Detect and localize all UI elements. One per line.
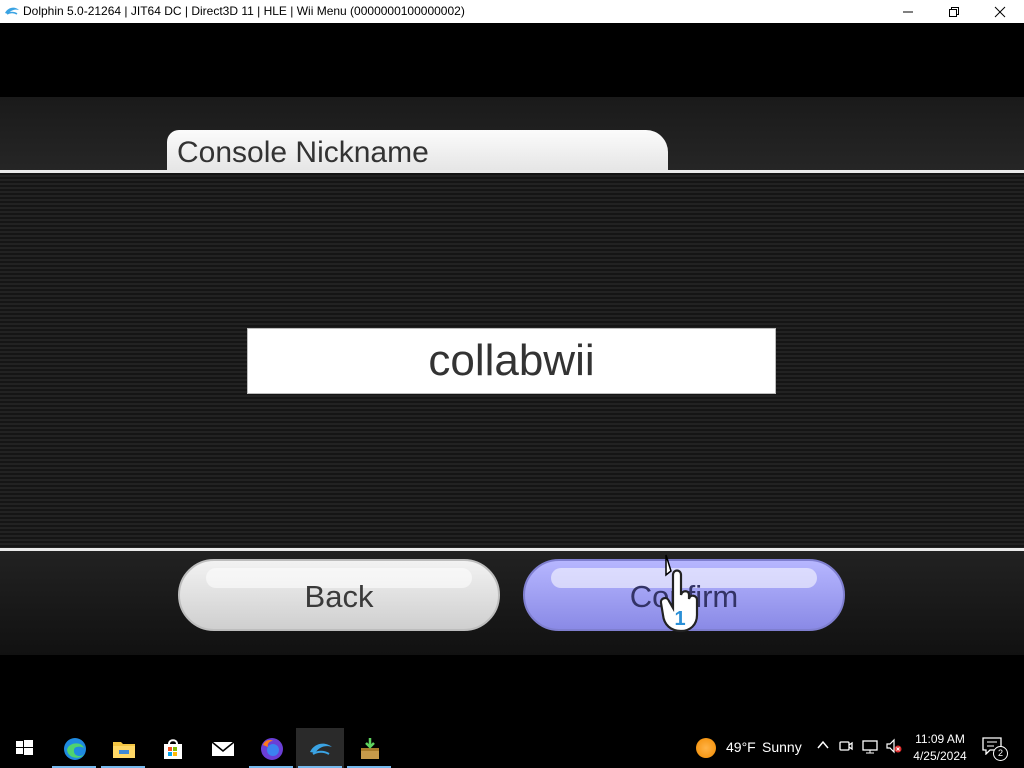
- windows-start-icon: [16, 740, 33, 755]
- nickname-value: collabwii: [428, 336, 595, 385]
- edge-icon: [64, 738, 86, 760]
- close-button[interactable]: [977, 0, 1023, 23]
- taskbar-file-explorer[interactable]: [99, 728, 147, 768]
- meet-now-icon[interactable]: [838, 738, 854, 754]
- taskbar-mail[interactable]: [198, 728, 246, 768]
- taskbar-firefox[interactable]: [247, 728, 295, 768]
- notification-count: 2: [993, 746, 1008, 761]
- wii-hand-cursor-icon: 1: [659, 554, 699, 633]
- back-button[interactable]: Back: [178, 559, 500, 631]
- chevron-up-icon[interactable]: [816, 738, 830, 752]
- cursor-player-number: 1: [674, 608, 685, 630]
- restore-button[interactable]: [931, 0, 977, 23]
- sun-icon: [696, 738, 716, 758]
- minimize-icon: [903, 11, 913, 13]
- taskbar-edge[interactable]: [50, 728, 98, 768]
- firefox-icon: [261, 738, 283, 760]
- minimize-button[interactable]: [885, 0, 931, 23]
- window-title: Dolphin 5.0-21264 | JIT64 DC | Direct3D …: [23, 4, 465, 18]
- microsoft-store-icon: [164, 739, 182, 759]
- system-clock[interactable]: 11:09 AM 4/25/2024: [906, 731, 974, 765]
- restore-icon: [949, 7, 959, 17]
- network-icon[interactable]: [861, 738, 879, 754]
- taskbar: 49°F Sunny 11:09 AM 4/25/2024 2: [0, 728, 1024, 768]
- header-tab: Console Nickname: [167, 130, 668, 170]
- taskbar-store[interactable]: [148, 728, 196, 768]
- weather-condition: Sunny: [762, 739, 802, 755]
- clock-time: 11:09 AM: [915, 732, 965, 746]
- button-band: [0, 551, 1024, 655]
- nickname-field[interactable]: collabwii: [247, 328, 776, 394]
- clock-date: 4/25/2024: [913, 749, 967, 763]
- dolphin-app-icon: [5, 7, 19, 15]
- close-icon: [994, 6, 1006, 18]
- mail-icon: [211, 741, 235, 756]
- file-explorer-icon: [113, 742, 135, 758]
- taskbar-dolphin[interactable]: [296, 728, 344, 768]
- installer-icon: [361, 738, 379, 759]
- back-button-label: Back: [304, 579, 374, 614]
- window-titlebar: Dolphin 5.0-21264 | JIT64 DC | Direct3D …: [0, 0, 1024, 23]
- weather-temp: 49°F: [726, 739, 756, 755]
- page-title: Console Nickname: [177, 136, 429, 169]
- action-center-button[interactable]: 2: [982, 737, 1008, 761]
- dolphin-icon: [310, 743, 332, 755]
- start-button[interactable]: [0, 728, 48, 768]
- game-viewport[interactable]: Console Nickname collabwii Back Confirm …: [0, 23, 1024, 728]
- volume-muted-icon[interactable]: [885, 738, 903, 754]
- taskbar-installer[interactable]: [345, 728, 393, 768]
